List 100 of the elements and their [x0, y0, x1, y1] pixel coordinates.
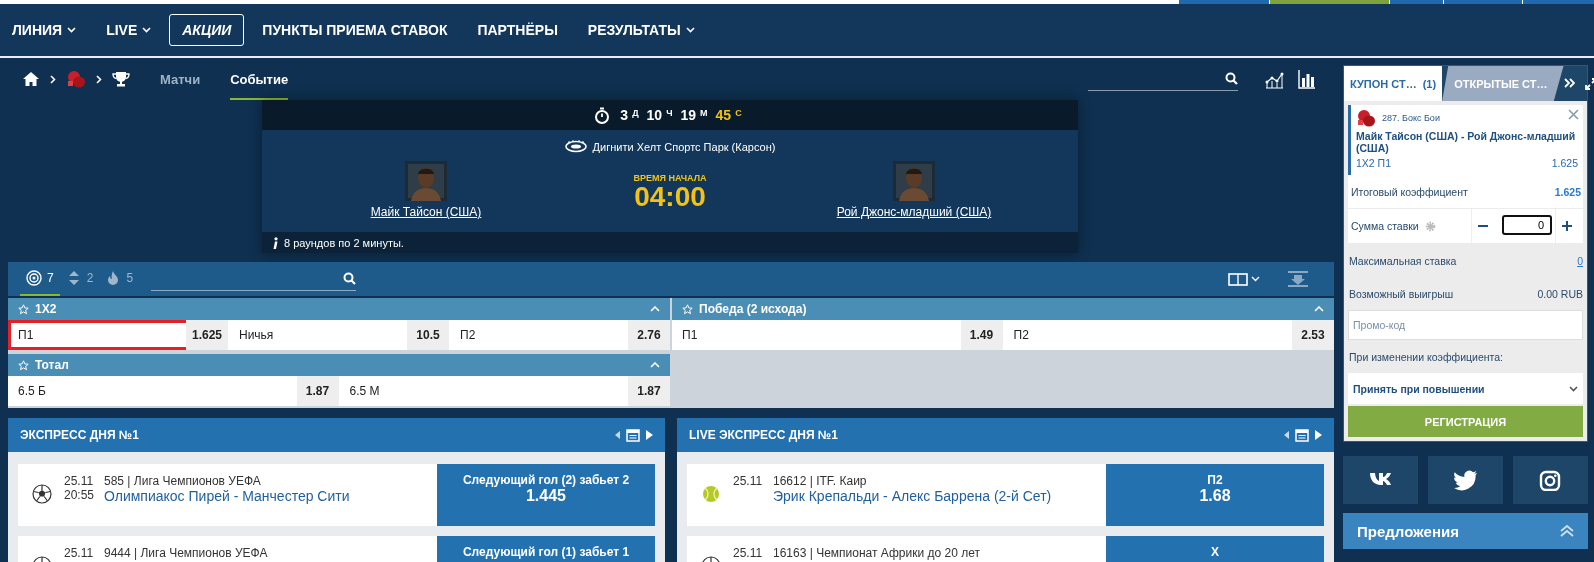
- star-icon: [18, 303, 29, 315]
- stake-label: Сумма ставки: [1351, 220, 1419, 232]
- possible-win-label: Возможный выигрыш: [1349, 287, 1454, 300]
- nav-link[interactable]: LIVE: [94, 14, 164, 46]
- nav-link[interactable]: ЛИНИЯ: [0, 14, 89, 46]
- boxing-glove-icon: [1356, 109, 1376, 127]
- league-name: 585 | Лига Чемпионов УЕФА: [104, 474, 262, 488]
- countdown-value: 3: [620, 107, 629, 123]
- chevron-down-icon: [67, 27, 77, 33]
- filter-tab[interactable]: 5: [99, 262, 140, 296]
- chevron-up-icon: [650, 362, 660, 368]
- chevron-down-icon: [685, 27, 695, 33]
- trophy-icon[interactable]: [112, 71, 130, 87]
- chevron-up-icon: [650, 306, 660, 312]
- boxing-glove-icon[interactable]: [66, 70, 86, 88]
- info-icon: [272, 236, 278, 249]
- plus-icon: [1562, 221, 1572, 231]
- double-chevron-right-icon[interactable]: [1563, 77, 1575, 88]
- bird-icon: [1454, 469, 1477, 491]
- pick-button[interactable]: Следующий гол (2) забьет 2 1.445: [437, 464, 655, 526]
- market-header[interactable]: Победа (2 исхода): [672, 298, 1334, 320]
- match-date: 25.11: [64, 546, 95, 560]
- chevron-right-icon: [96, 74, 102, 84]
- market-header[interactable]: 1X2: [8, 298, 670, 320]
- stake-input[interactable]: 0: [1502, 215, 1552, 235]
- start-time: 04:00: [634, 183, 706, 211]
- panel-title: LIVE ЭКСПРЕСС ДНЯ №1: [689, 428, 838, 442]
- caret-right-icon[interactable]: [646, 430, 653, 440]
- league-name: 9444 | Лига Чемпионов УЕФА: [104, 546, 269, 560]
- pick-button[interactable]: Следующий гол (1) забьет 1: [437, 536, 655, 562]
- calendar-icon[interactable]: [626, 428, 640, 442]
- camera-icon: [1539, 469, 1562, 491]
- possible-win-value: 0.00 RUB: [1537, 287, 1583, 300]
- total-odds-value: 1.625: [1554, 185, 1581, 198]
- double-chevron-up-icon[interactable]: [1560, 525, 1574, 537]
- offers-header[interactable]: Предложения: [1343, 513, 1588, 549]
- market-title: Победа (2 исхода): [699, 302, 807, 316]
- match-title: Майк Тайсон (США) - Рой Джонс-младший (США): [1356, 130, 1577, 154]
- start-time-label: ВРЕМЯ НАЧАЛА: [633, 173, 707, 183]
- match-date: 25.11: [733, 474, 764, 488]
- social-button[interactable]: [1513, 456, 1588, 504]
- chevron-right-icon: [50, 74, 56, 84]
- pick-button[interactable]: Х: [1106, 536, 1324, 562]
- fighter-link[interactable]: Рой Джонс-младший (США): [836, 205, 992, 219]
- countdown-unit: Ч: [666, 108, 673, 118]
- sport-label: 287. Бокс Бои: [1382, 113, 1440, 123]
- event-info: 8 раундов по 2 минуты.: [284, 236, 404, 249]
- league-name: 16612 | ITF. Каир: [773, 474, 868, 488]
- stopwatch-icon: [594, 106, 611, 124]
- caret-right-icon[interactable]: [1315, 430, 1322, 440]
- fighter-link[interactable]: Майк Тайсон (США): [370, 205, 482, 219]
- search-icon: [343, 272, 357, 285]
- slip-tab[interactable]: КУПОН СТ… (1): [1344, 66, 1443, 101]
- match-link[interactable]: Олимпиакос Пирей - Манчестер Сити: [104, 488, 437, 504]
- download-icon[interactable]: [1288, 271, 1308, 287]
- promo-code-field[interactable]: Промо-код: [1348, 310, 1583, 340]
- home-icon[interactable]: [22, 71, 40, 87]
- nav-link[interactable]: ПУНКТЫ ПРИЕМА СТАВОК: [250, 14, 460, 46]
- calendar-icon[interactable]: [1295, 428, 1309, 442]
- countdown-value: 10: [646, 107, 663, 123]
- stadium-icon: [564, 140, 587, 153]
- bar-chart-icon[interactable]: [1298, 69, 1316, 89]
- odds-value: 1.625: [1551, 157, 1578, 169]
- max-stake-link[interactable]: 0: [1577, 254, 1583, 267]
- chevron-up-icon: [1314, 306, 1324, 312]
- chevron-down-icon: [1569, 385, 1578, 392]
- total-odds-label: Итоговый коэффициент: [1351, 185, 1468, 198]
- market-header[interactable]: Тотал: [8, 354, 670, 376]
- star-icon: [682, 303, 693, 315]
- target-icon: [26, 270, 42, 286]
- chevron-down-icon: [142, 27, 152, 33]
- countdown-unit: С: [735, 108, 742, 118]
- league-name: 16163 | Чемпионат Африки до 20 лет: [773, 546, 981, 560]
- filter-tab[interactable]: 2: [59, 262, 100, 296]
- expand-icon[interactable]: [1584, 77, 1594, 90]
- caret-left-icon[interactable]: [1284, 431, 1289, 439]
- breadcrumb-tab[interactable]: Матчи: [160, 58, 201, 100]
- columns-icon[interactable]: [1228, 272, 1248, 286]
- venue-name: Дигнити Хелт Спортс Парк (Карсон): [592, 140, 776, 153]
- countdown-value: 19: [680, 107, 697, 123]
- odds-button[interactable]: П1 1.625: [8, 320, 228, 350]
- match-link[interactable]: Эрик Крепальди - Алекс Баррена (2-й Сет): [773, 488, 1106, 504]
- chevron-down-icon[interactable]: [1251, 276, 1260, 282]
- nav-link[interactable]: ПАРТНЁРЫ: [465, 14, 570, 46]
- max-stake-label: Максимальная ставка: [1349, 254, 1457, 267]
- countdown-unit: Д: [632, 108, 639, 118]
- market-title: 1X2: [35, 302, 57, 316]
- countdown-unit: М: [700, 108, 708, 118]
- odds-change-dropdown[interactable]: Принять при повышении: [1348, 373, 1583, 404]
- filter-tab[interactable]: 7: [20, 262, 60, 296]
- nav-link[interactable]: РЕЗУЛЬТАТЫ: [575, 14, 707, 46]
- pick-button[interactable]: П2 1.68: [1106, 464, 1324, 526]
- social-button[interactable]: [1428, 456, 1503, 504]
- market-label: 1X2 П1: [1356, 157, 1391, 169]
- market-title: Тотал: [35, 358, 69, 372]
- social-button[interactable]: [1343, 456, 1418, 504]
- match-date: 25.11: [733, 546, 764, 560]
- caret-left-icon[interactable]: [615, 431, 620, 439]
- match-date: 25.11: [64, 474, 95, 488]
- close-icon[interactable]: [1568, 109, 1579, 120]
